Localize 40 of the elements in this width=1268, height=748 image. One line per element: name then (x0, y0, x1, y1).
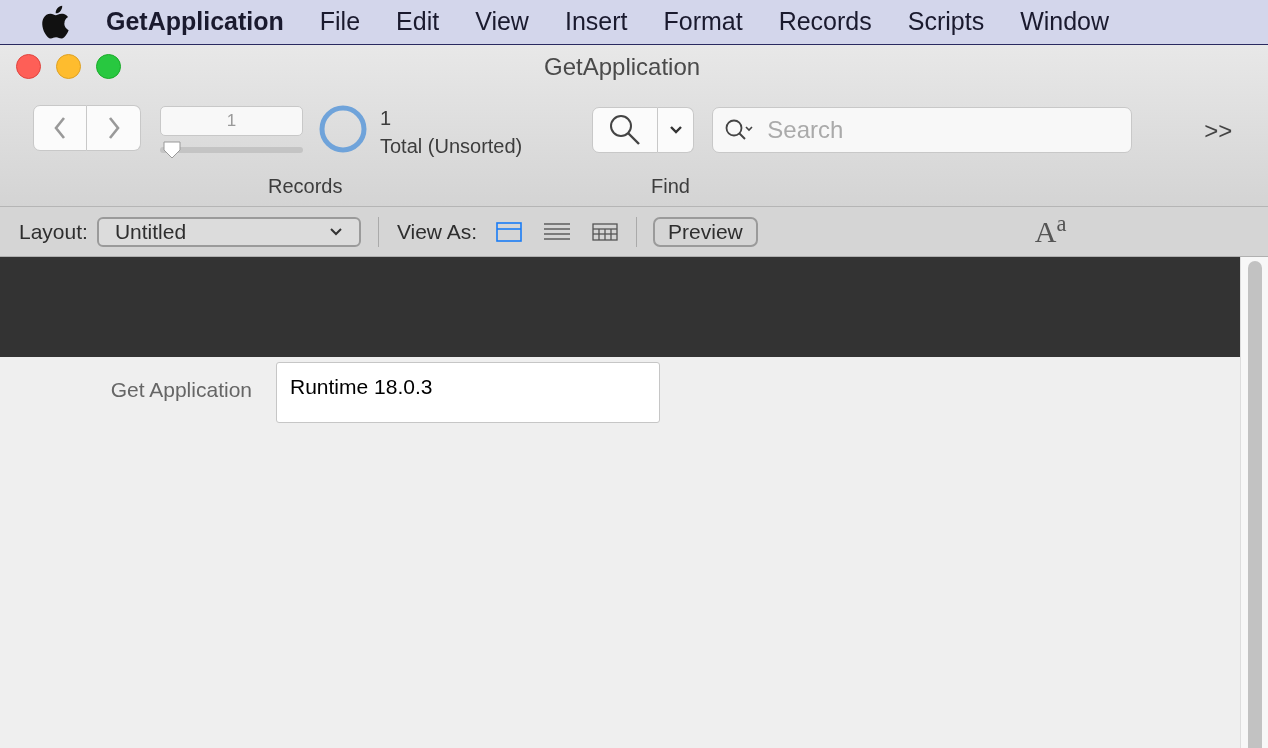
zoom-button[interactable] (96, 54, 121, 80)
next-record-button[interactable] (87, 104, 141, 151)
layout-label: Layout: (19, 218, 88, 245)
app-menu[interactable]: GetApplication (106, 3, 284, 41)
window-title: GetApplication (544, 51, 701, 82)
chevron-down-icon (328, 226, 343, 237)
close-button[interactable] (16, 54, 41, 80)
previous-record-button[interactable] (33, 104, 87, 151)
input-field[interactable]: Runtime 18.0.3 (276, 362, 660, 423)
minimize-button[interactable] (56, 54, 81, 80)
find-menu-button[interactable] (658, 106, 695, 153)
chevron-left-icon (53, 115, 67, 140)
record-slider[interactable] (160, 140, 303, 159)
menu-item[interactable]: Scripts (907, 3, 985, 41)
record-status-ring-icon (318, 103, 368, 154)
find-button[interactable] (592, 106, 659, 153)
menu-item[interactable]: Format (663, 3, 743, 41)
menu-item[interactable]: View (475, 3, 529, 41)
records-label: Records (268, 173, 343, 199)
layout-dropdown[interactable]: Untitled (96, 216, 361, 247)
menu-item[interactable]: Records (778, 3, 872, 41)
text-format-button[interactable]: A$^{a}$ (1034, 209, 1067, 254)
menu-item[interactable]: Edit (396, 3, 440, 41)
preview-button[interactable]: Preview (653, 216, 758, 247)
slider-thumb[interactable] (162, 140, 183, 159)
menu-item[interactable]: Window (1020, 3, 1110, 41)
field-label: Get Application (109, 377, 252, 403)
search-field[interactable]: Search (712, 106, 1133, 153)
form-view-icon[interactable] (494, 219, 525, 244)
chevron-right-icon (106, 115, 121, 140)
found-count: 1 (380, 105, 393, 131)
total-label: Total (Unsorted) (380, 133, 523, 159)
scrollbar[interactable] (1240, 257, 1268, 748)
apple-logo-icon[interactable] (40, 5, 70, 39)
menu-item[interactable]: Insert (564, 3, 628, 41)
toolbar-overflow-button[interactable]: >> (1204, 112, 1233, 149)
find-label: Find (651, 173, 690, 199)
chevron-down-icon (668, 124, 683, 135)
menu-item[interactable]: File (319, 3, 361, 41)
view-as-label: View As: (396, 218, 478, 245)
